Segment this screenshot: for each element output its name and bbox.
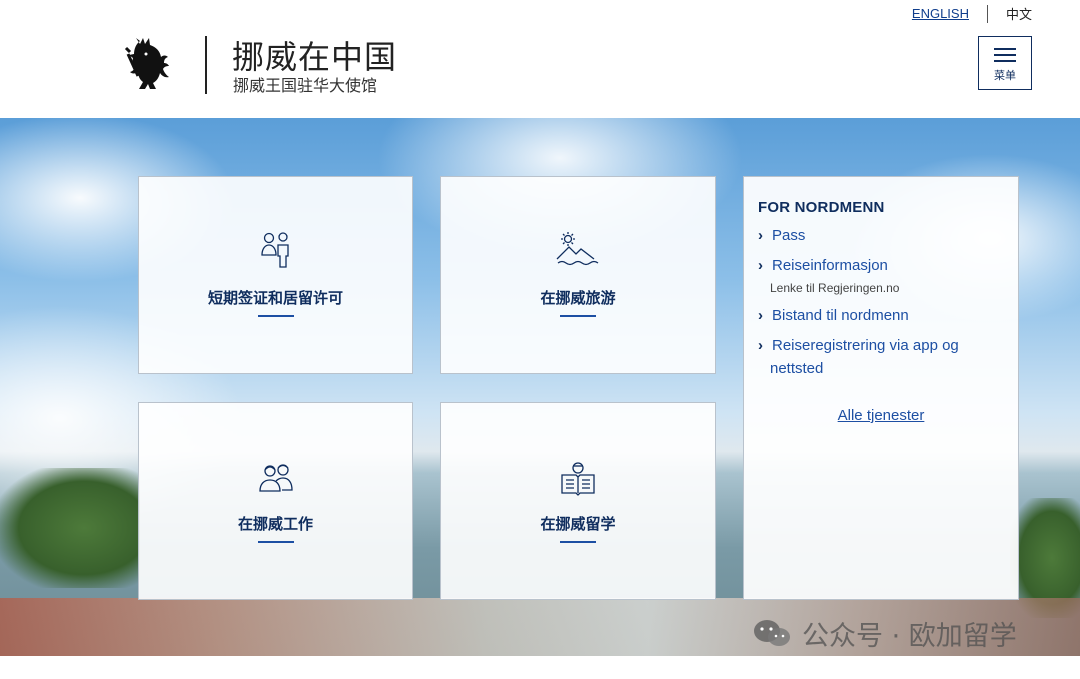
link-pass[interactable]: › Pass <box>758 227 805 244</box>
link-reiseinformasjon-label: Reiseinformasjon <box>772 257 888 274</box>
hero-bottom-strip <box>0 656 1080 679</box>
link-reiseregistrering-label: Reiseregistrering via app og <box>772 337 959 354</box>
panel-heading: FOR NORDMENN <box>758 199 885 216</box>
card-work[interactable]: 在挪威工作 <box>138 402 413 600</box>
card-underline <box>560 315 596 317</box>
menu-button[interactable]: 菜单 <box>978 36 1032 90</box>
card-visa-residence[interactable]: 短期签证和居留许可 <box>138 176 413 374</box>
card-study-title: 在挪威留学 <box>540 515 616 533</box>
language-english-link[interactable]: ENGLISH <box>912 6 987 21</box>
people-icon <box>260 232 289 268</box>
logo-divider <box>205 36 207 94</box>
chevron-right-icon: › <box>758 227 763 244</box>
chevron-right-icon: › <box>758 257 763 274</box>
language-switcher: ENGLISH 中文 <box>912 4 1032 23</box>
card-study[interactable]: 在挪威留学 <box>440 402 716 600</box>
link-reiseinformasjon-note: Lenke til Regjeringen.no <box>770 281 900 295</box>
card-underline <box>257 315 294 317</box>
for-nordmenn-panel: FOR NORDMENN › Pass › Reiseinformasjon L… <box>743 176 1019 600</box>
link-bistand-label: Bistand til nordmenn <box>772 307 909 324</box>
student-book-icon <box>561 462 595 496</box>
link-reiseinformasjon[interactable]: › Reiseinformasjon <box>758 257 888 274</box>
link-bistand[interactable]: › Bistand til nordmenn <box>758 307 909 324</box>
all-services-link[interactable]: Alle tjenester <box>744 407 1018 424</box>
site-subtitle: 挪威王国驻华大使馆 <box>233 76 378 95</box>
chevron-right-icon: › <box>758 337 763 354</box>
menu-label: 菜单 <box>994 68 1016 82</box>
link-pass-label: Pass <box>772 227 806 244</box>
card-underline <box>257 541 294 543</box>
wechat-watermark: 公众号 · 欧加留学 <box>752 614 1017 653</box>
card-work-title: 在挪威工作 <box>237 515 313 533</box>
watermark-text: 公众号 · 欧加留学 <box>802 621 1017 652</box>
norway-coat-of-arms-icon[interactable] <box>122 34 174 94</box>
hamburger-icon <box>994 47 1016 62</box>
card-visa-residence-title: 短期签证和居留许可 <box>207 289 343 307</box>
hero-island-left <box>0 468 140 588</box>
chevron-right-icon: › <box>758 307 763 324</box>
card-travel[interactable]: 在挪威旅游 <box>440 176 716 374</box>
link-reiseregistrering-label-cont[interactable]: nettsted <box>770 360 823 377</box>
mountain-sun-icon <box>556 232 599 266</box>
language-chinese-link[interactable]: 中文 <box>988 4 1032 23</box>
wechat-icon <box>754 619 790 646</box>
card-travel-title: 在挪威旅游 <box>540 289 616 307</box>
workers-icon <box>258 464 293 492</box>
link-reiseregistrering[interactable]: › Reiseregistrering via app og <box>758 337 959 354</box>
card-underline <box>560 541 596 543</box>
